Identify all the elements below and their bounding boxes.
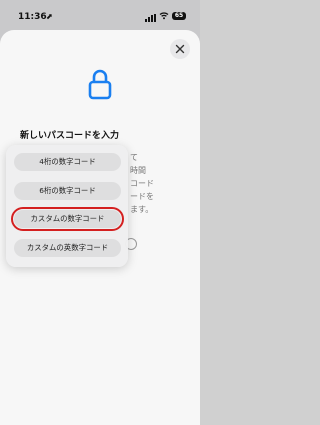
- menu-item-6-digit[interactable]: 6桁の数字コード: [14, 182, 121, 200]
- menu-item-custom-alphanumeric[interactable]: カスタムの英数字コード: [14, 239, 121, 257]
- close-button[interactable]: [170, 39, 190, 59]
- description-text: て 時間 コード ードを ます。: [130, 153, 154, 214]
- menu-item-custom-numeric[interactable]: カスタムの数字コード: [11, 207, 124, 231]
- battery-icon: 65: [172, 12, 186, 20]
- page-title: 新しいパスコードを入力: [20, 131, 120, 141]
- phone-screen: 11:36 ⬈ 65 新しいパスコードを入力 て 時間 コード ードを ます。 …: [0, 0, 200, 425]
- status-bar: 11:36 ⬈ 65: [0, 0, 200, 24]
- menu-item-4-digit[interactable]: 4桁の数字コード: [14, 153, 121, 171]
- signal-icon: [145, 14, 157, 22]
- location-arrow-icon: ⬈: [46, 12, 53, 21]
- lock-icon: [88, 69, 112, 100]
- wifi-icon: [159, 11, 169, 23]
- status-time: 11:36: [18, 12, 47, 22]
- passcode-options-menu: 4桁の数字コード 6桁の数字コード カスタムの数字コード カスタムの英数字コード: [6, 145, 128, 267]
- close-icon: [175, 44, 185, 54]
